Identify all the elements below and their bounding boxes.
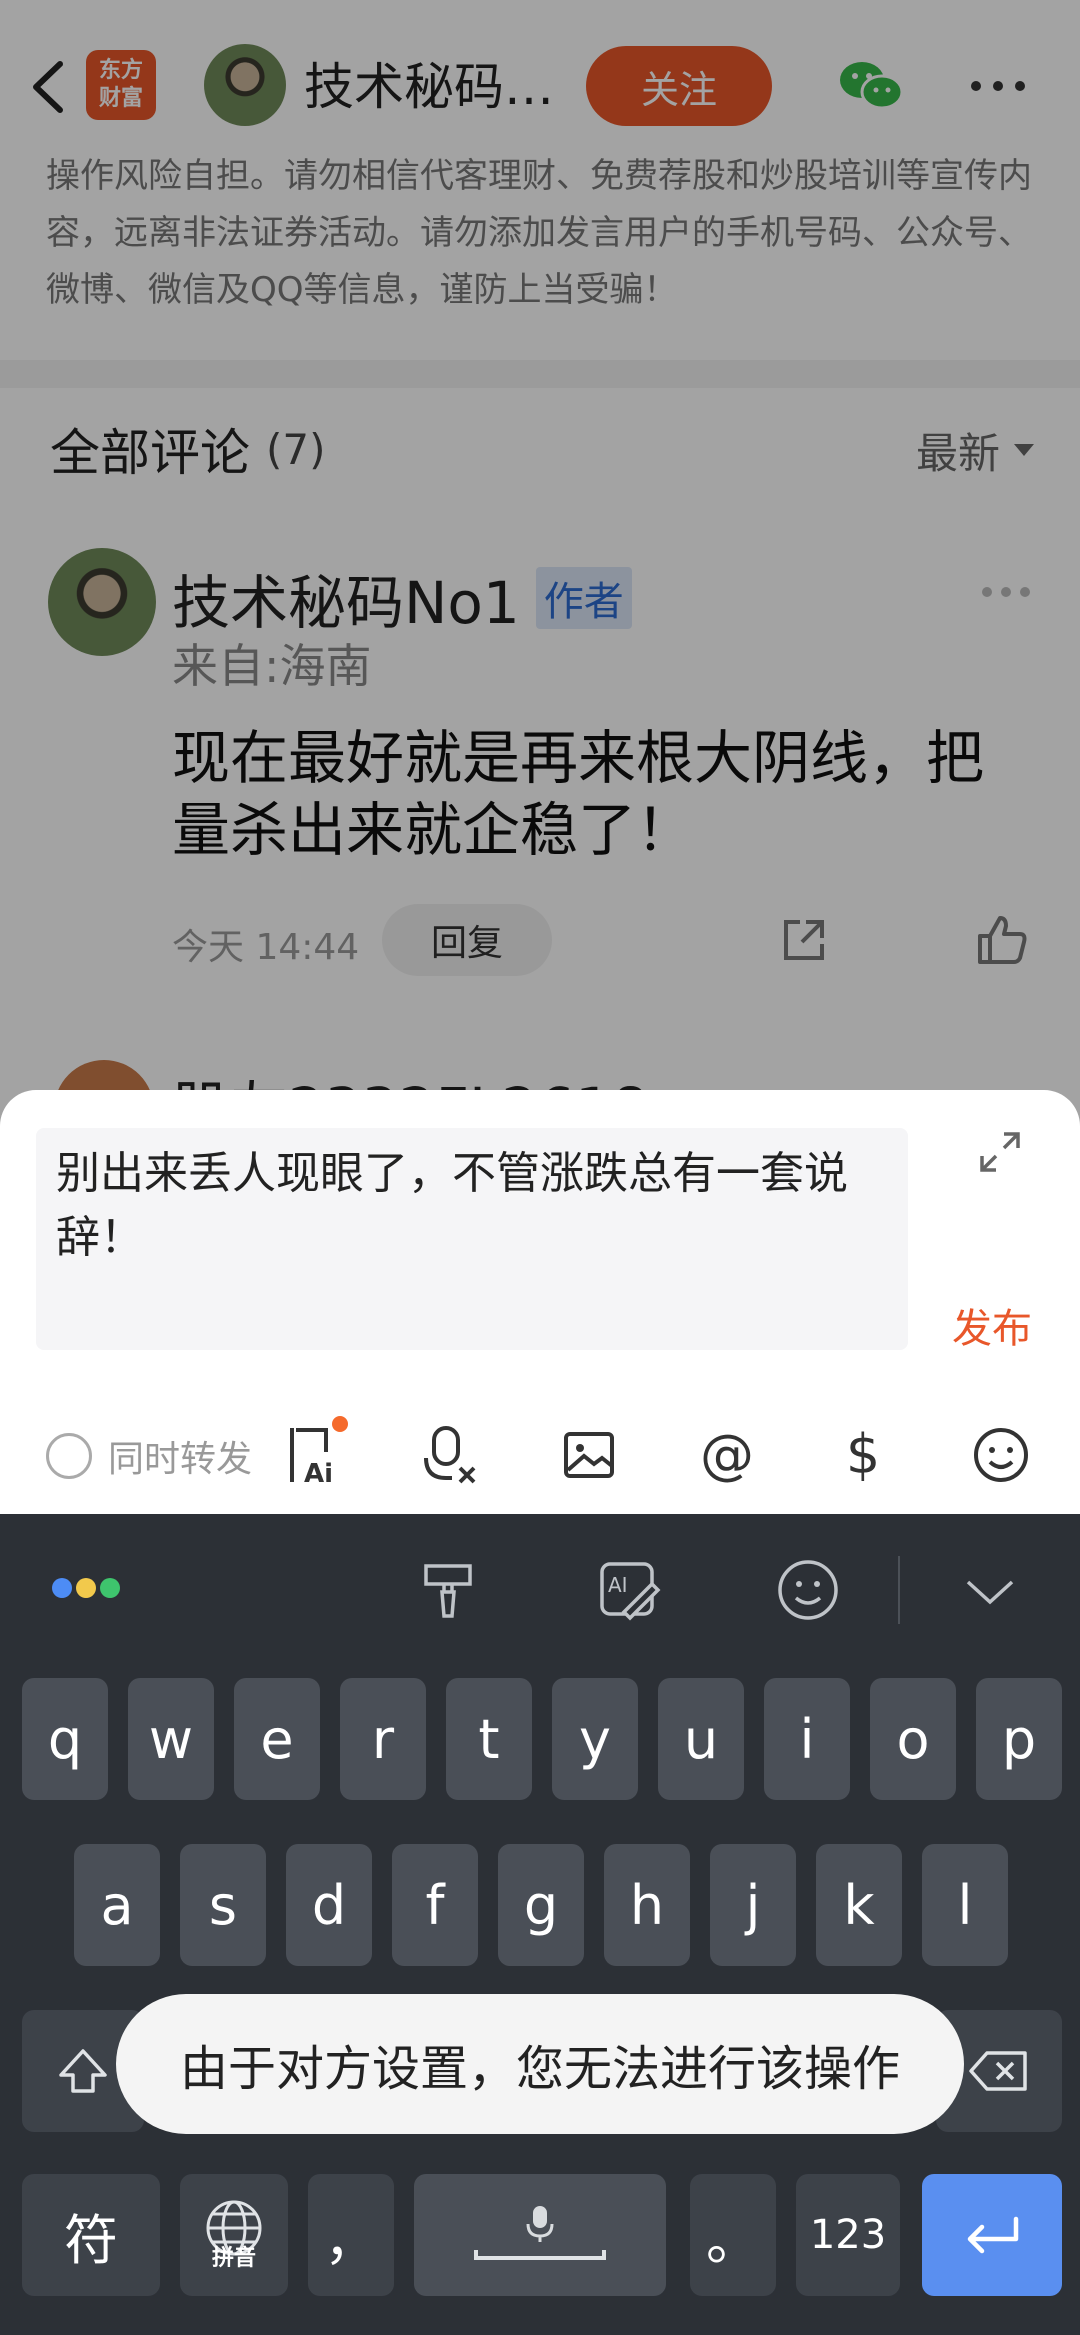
key-w[interactable]: w <box>128 1678 214 1800</box>
key-o[interactable]: o <box>870 1678 956 1800</box>
toolbar-divider <box>898 1556 900 1624</box>
key-r[interactable]: r <box>340 1678 426 1800</box>
key-e[interactable]: e <box>234 1678 320 1800</box>
ai-write-icon[interactable]: AI <box>596 1556 664 1624</box>
repost-radio[interactable] <box>46 1433 92 1479</box>
ai-ask-icon[interactable]: Ai <box>282 1416 348 1489</box>
enter-key[interactable] <box>922 2174 1062 2296</box>
key-d[interactable]: d <box>286 1844 372 1966</box>
svg-text:AI: AI <box>608 1573 628 1597</box>
repost-label: 同时转发 <box>108 1439 253 1480</box>
comma-key[interactable]: ， <box>308 2174 394 2296</box>
collapse-keyboard-icon[interactable] <box>956 1556 1024 1624</box>
repost-toggle[interactable]: 同时转发 <box>46 1430 252 1482</box>
toast-message: 由于对方设置，您无法进行该操作 <box>116 1994 964 2134</box>
enter-icon <box>967 2216 1019 2254</box>
key-s[interactable]: s <box>180 1844 266 1966</box>
image-icon[interactable] <box>556 1422 622 1488</box>
key-u[interactable]: u <box>658 1678 744 1800</box>
comment-input[interactable]: 别出来丢人现眼了，不管涨跌总有一套说辞！ <box>36 1128 908 1350</box>
key-f[interactable]: f <box>392 1844 478 1966</box>
keyboard-emoji-icon[interactable] <box>774 1556 842 1624</box>
key-g[interactable]: g <box>498 1844 584 1966</box>
key-y[interactable]: y <box>552 1678 638 1800</box>
publish-button[interactable]: 发布 <box>952 1296 1032 1354</box>
ime-logo-icon[interactable] <box>52 1578 120 1598</box>
key-j[interactable]: j <box>710 1844 796 1966</box>
backspace-icon <box>969 2051 1027 2091</box>
key-p[interactable]: p <box>976 1678 1062 1800</box>
soft-keyboard: AI q w e r t y u i o p a s d f g h j k l… <box>0 1514 1080 2335</box>
voice-to-text-icon[interactable] <box>418 1422 484 1488</box>
numbers-key[interactable]: 123 <box>796 2174 900 2296</box>
emoji-icon[interactable] <box>968 1422 1034 1488</box>
space-mic-icon <box>474 2206 606 2260</box>
svg-text:Ai: Ai <box>304 1459 333 1488</box>
key-l[interactable]: l <box>922 1844 1008 1966</box>
key-k[interactable]: k <box>816 1844 902 1966</box>
expand-icon[interactable] <box>978 1130 1022 1174</box>
paintbrush-icon[interactable] <box>414 1556 482 1624</box>
key-q[interactable]: q <box>22 1678 108 1800</box>
symbols-key[interactable]: 符 <box>22 2174 160 2296</box>
language-key[interactable]: 拼音 <box>180 2174 288 2296</box>
at-icon[interactable]: @ <box>694 1422 760 1488</box>
space-key[interactable] <box>414 2174 666 2296</box>
key-i[interactable]: i <box>764 1678 850 1800</box>
compose-panel: 别出来丢人现眼了，不管涨跌总有一套说辞！ 发布 同时转发 Ai @ $ <box>0 1090 1080 1514</box>
shift-icon <box>59 2049 107 2093</box>
key-h[interactable]: h <box>604 1844 690 1966</box>
key-a[interactable]: a <box>74 1844 160 1966</box>
keyboard-toolbar: AI <box>0 1514 1080 1664</box>
period-key[interactable]: 。 <box>690 2174 776 2296</box>
pinyin-label: 拼音 <box>211 2246 256 2271</box>
notification-dot <box>332 1416 348 1432</box>
compose-toolbar: 同时转发 Ai @ $ <box>0 1408 1080 1498</box>
dollar-icon[interactable]: $ <box>830 1422 896 1488</box>
key-t[interactable]: t <box>446 1678 532 1800</box>
